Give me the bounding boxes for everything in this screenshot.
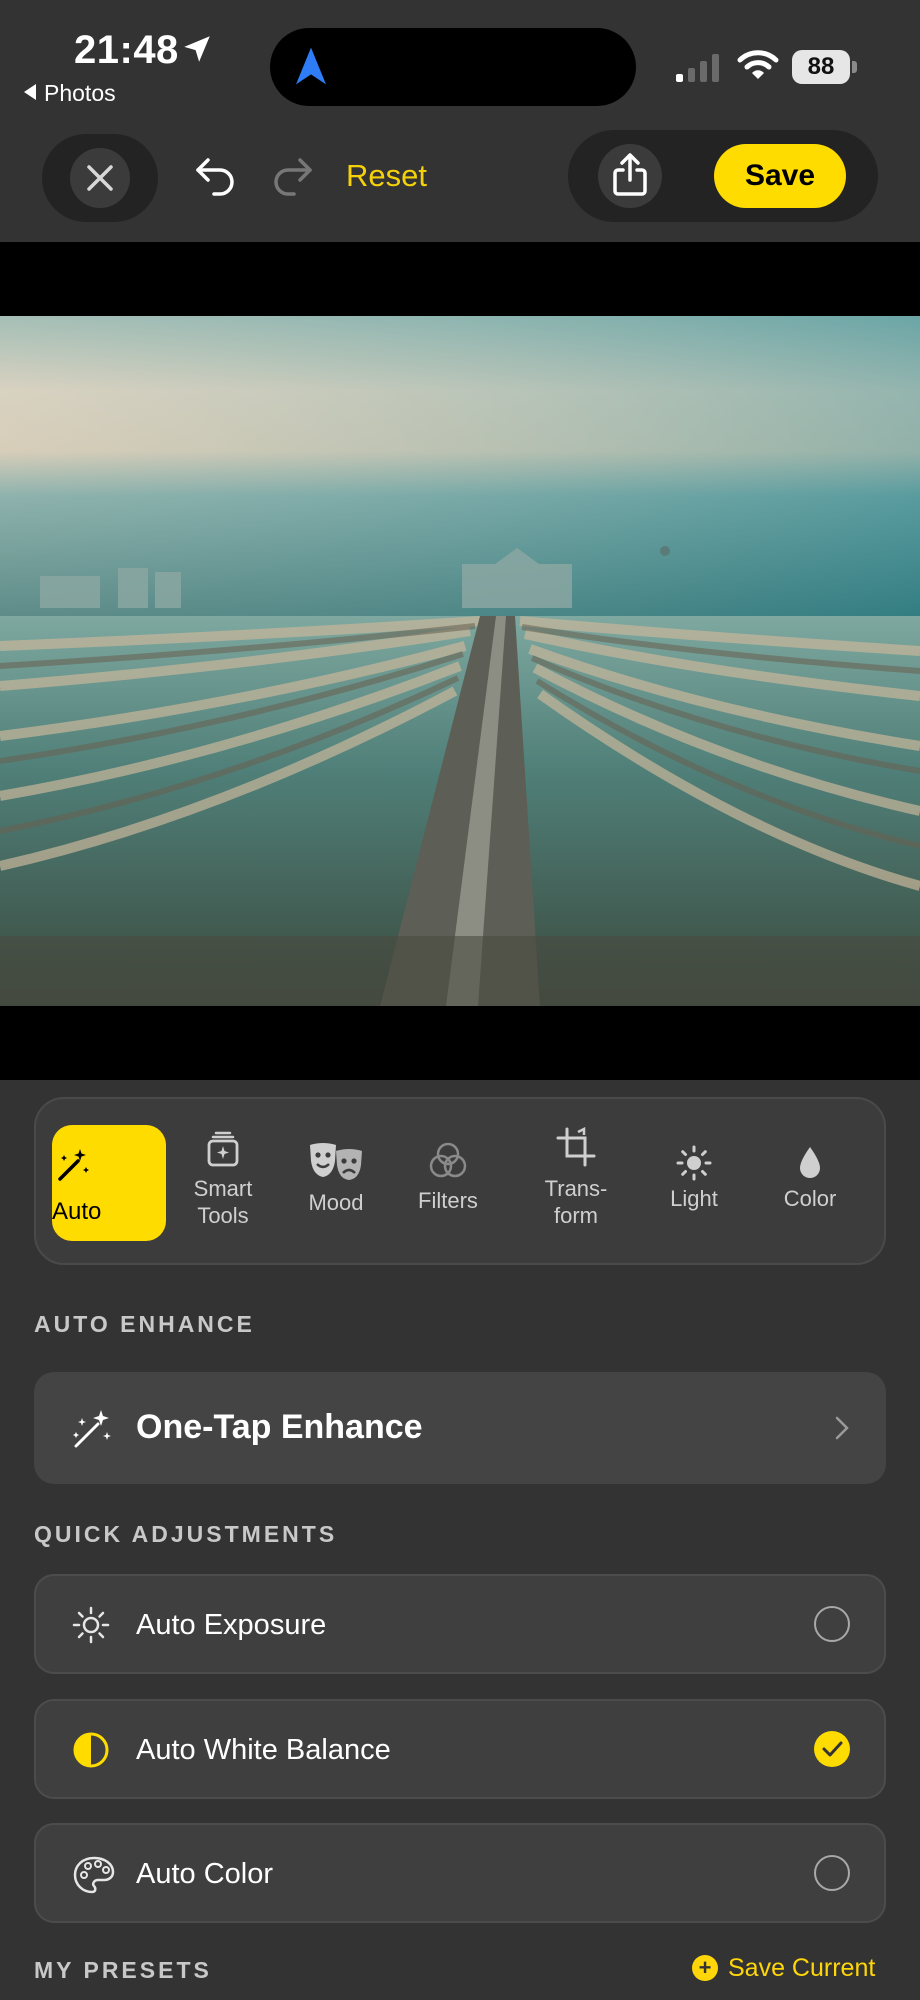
quick-adjustments-heading: QUICK ADJUSTMENTS: [34, 1521, 338, 1547]
dynamic-island: [270, 28, 636, 106]
cellular-signal-icon: [676, 54, 719, 82]
back-app-label: Photos: [44, 80, 116, 106]
location-arrow-icon: [184, 36, 210, 62]
auto-color-label: Auto Color: [136, 1858, 274, 1890]
magic-wand-icon: [58, 1149, 89, 1181]
reset-button[interactable]: Reset: [346, 158, 427, 194]
tool-transform[interactable]: Trans- form: [528, 1099, 624, 1267]
sun-outline-icon: [72, 1606, 110, 1644]
tool-mood[interactable]: Mood: [288, 1099, 384, 1267]
tool-smart-tools[interactable]: Smart Tools: [174, 1099, 272, 1267]
editor-toolbar: Reset Save: [0, 120, 920, 242]
tool-label: Light: [670, 1186, 718, 1211]
undo-icon[interactable]: [192, 150, 240, 198]
status-bar: 21:48 Photos 88: [0, 0, 920, 120]
tool-filters[interactable]: Filters: [400, 1099, 496, 1267]
half-circle-icon: [73, 1732, 109, 1768]
tool-label: Color: [783, 1186, 837, 1211]
photo-canvas[interactable]: [0, 242, 920, 1080]
edited-photo[interactable]: [0, 316, 920, 1006]
checkmark-icon: [822, 1741, 843, 1757]
plus-circle-icon: +: [692, 1955, 718, 1981]
auto-white-balance-row[interactable]: Auto White Balance: [34, 1699, 886, 1799]
save-button[interactable]: Save: [714, 144, 846, 208]
status-time: 21:48: [74, 28, 179, 72]
tool-light[interactable]: Light: [646, 1099, 742, 1267]
tool-color[interactable]: Color: [762, 1099, 858, 1267]
smart-tools-icon: [207, 1131, 239, 1167]
magic-wand-icon: [73, 1410, 111, 1448]
auto-white-balance-label: Auto White Balance: [136, 1734, 391, 1766]
navigation-arrow-icon: [296, 47, 326, 85]
tool-label: Mood: [308, 1190, 364, 1215]
tool-label: Trans- form: [544, 1176, 608, 1228]
tools-panel: Auto Smart Tools Mood Filters Trans- for…: [34, 1097, 886, 1265]
wifi-icon: [737, 50, 779, 79]
auto-exposure-label: Auto Exposure: [136, 1609, 327, 1641]
close-icon: [87, 165, 113, 191]
one-tap-enhance-button[interactable]: One-Tap Enhance: [34, 1372, 886, 1484]
drop-icon: [800, 1147, 820, 1178]
tool-label: Smart Tools: [193, 1176, 253, 1228]
tool-auto[interactable]: Auto: [52, 1125, 166, 1241]
share-icon: [613, 153, 647, 196]
share-button[interactable]: [598, 144, 662, 208]
share-save-group: Save: [568, 130, 878, 222]
crop-icon: [556, 1127, 596, 1167]
auto-color-toggle[interactable]: [814, 1855, 850, 1891]
back-triangle-icon: [24, 84, 36, 100]
auto-enhance-heading: AUTO ENHANCE: [34, 1311, 255, 1337]
back-to-app-link[interactable]: Photos: [24, 80, 116, 107]
my-presets-heading: MY PRESETS: [34, 1957, 212, 1983]
auto-exposure-toggle[interactable]: [814, 1606, 850, 1642]
close-button[interactable]: [42, 134, 158, 222]
battery-cap: [852, 61, 857, 73]
tool-label: Auto: [52, 1198, 102, 1225]
tool-label: Filters: [418, 1188, 478, 1213]
auto-white-balance-toggle[interactable]: [814, 1731, 850, 1767]
auto-exposure-row[interactable]: Auto Exposure: [34, 1574, 886, 1674]
one-tap-enhance-label: One-Tap Enhance: [136, 1408, 423, 1446]
chevron-right-icon: [835, 1416, 849, 1440]
redo-icon[interactable]: [268, 150, 316, 198]
filters-circles-icon: [429, 1142, 467, 1178]
auto-color-row[interactable]: Auto Color: [34, 1823, 886, 1923]
battery-indicator: 88: [792, 50, 858, 84]
save-current-button[interactable]: + Save Current: [692, 1954, 875, 1983]
save-current-label: Save Current: [728, 1954, 876, 1982]
palette-icon: [73, 1856, 115, 1894]
battery-level: 88: [792, 50, 850, 84]
close-button-inner: [70, 148, 130, 208]
theater-masks-icon: [310, 1143, 362, 1180]
sun-icon: [676, 1145, 712, 1181]
